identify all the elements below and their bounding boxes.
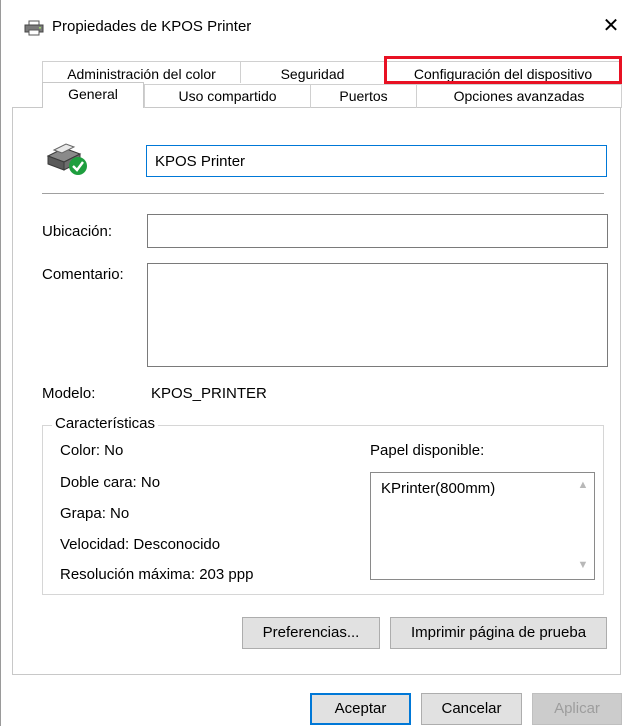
- preferencias-button[interactable]: Preferencias...: [242, 617, 380, 649]
- title-bar: Propiedades de KPOS Printer ✕: [0, 0, 629, 52]
- aceptar-button[interactable]: Aceptar: [310, 693, 411, 725]
- modelo-label: Modelo:: [42, 385, 96, 402]
- comentario-textarea[interactable]: [147, 263, 608, 367]
- highlight-box: [384, 56, 622, 84]
- doble-cara-feature: Doble cara: No: [60, 474, 161, 491]
- tab-label: Uso compartido: [178, 88, 277, 104]
- tab-label: Puertos: [339, 88, 388, 104]
- ubicacion-input[interactable]: [147, 214, 608, 248]
- aplicar-button: Aplicar: [532, 693, 622, 725]
- printer-ready-icon: [46, 143, 87, 175]
- color-feature: Color: No: [60, 442, 124, 459]
- window-border: [0, 0, 1, 726]
- list-item[interactable]: KPrinter(800mm): [381, 480, 495, 497]
- tab-label: Administración del color: [67, 66, 216, 82]
- imprimir-prueba-button[interactable]: Imprimir página de prueba: [390, 617, 607, 649]
- tab-opciones-avanzadas[interactable]: Opciones avanzadas: [416, 84, 622, 108]
- tab-general[interactable]: General: [42, 82, 144, 108]
- ubicacion-label: Ubicación:: [42, 223, 113, 240]
- printer-name-input[interactable]: [146, 145, 607, 177]
- close-icon: ✕: [602, 15, 620, 37]
- tab-label: Opciones avanzadas: [453, 88, 585, 104]
- scroll-up-icon[interactable]: ▲: [576, 479, 590, 493]
- tab-puertos[interactable]: Puertos: [310, 84, 416, 108]
- papel-listbox[interactable]: KPrinter(800mm) ▲ ▼: [370, 472, 595, 580]
- velocidad-feature: Velocidad: Desconocido: [60, 536, 221, 553]
- tab-label: General: [68, 86, 118, 102]
- close-button[interactable]: ✕: [596, 10, 626, 42]
- divider: [42, 193, 604, 194]
- tab-uso-compartido[interactable]: Uso compartido: [144, 84, 310, 108]
- tab-label: Seguridad: [280, 66, 345, 82]
- caracteristicas-title: Características: [52, 415, 159, 432]
- window-title: Propiedades de KPOS Printer: [52, 18, 252, 35]
- comentario-label: Comentario:: [42, 266, 124, 283]
- tab-seguridad[interactable]: Seguridad: [240, 61, 384, 83]
- printer-icon: [24, 20, 44, 36]
- papel-disponible-label: Papel disponible:: [370, 442, 485, 459]
- cancelar-button[interactable]: Cancelar: [421, 693, 522, 725]
- grapa-feature: Grapa: No: [60, 505, 130, 522]
- scroll-down-icon[interactable]: ▼: [576, 559, 590, 573]
- tab-administracion-color[interactable]: Administración del color: [42, 61, 240, 83]
- resolucion-feature: Resolución máxima: 203 ppp: [60, 566, 254, 583]
- modelo-value: KPOS_PRINTER: [151, 385, 267, 402]
